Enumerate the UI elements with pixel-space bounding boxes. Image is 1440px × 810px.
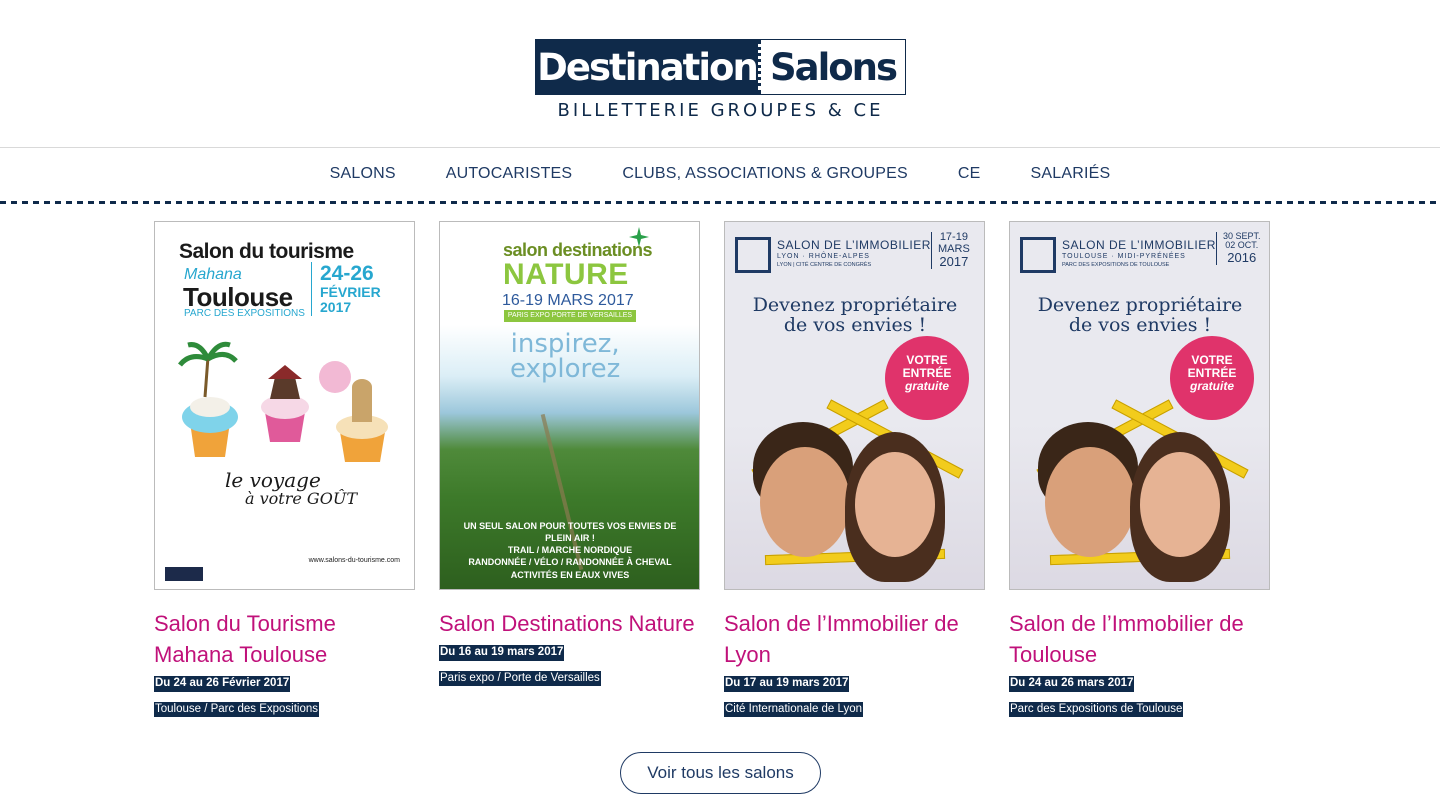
person-face bbox=[1140, 452, 1220, 557]
salon-date-badge: Du 24 au 26 Février 2017 bbox=[154, 676, 291, 692]
see-all-salons-button[interactable]: Voir tous les salons bbox=[620, 752, 821, 794]
poster-image[interactable]: SALON DE L’IMMOBILIER TOULOUSE · MIDI-PY… bbox=[1009, 221, 1270, 590]
logo-text-left: Destination bbox=[536, 40, 759, 94]
poster-slogan: inspirez, explorez bbox=[510, 329, 621, 384]
main-nav: SALONS AUTOCARISTES CLUBS, ASSOCIATIONS … bbox=[0, 148, 1440, 200]
nav-item-salons[interactable]: SALONS bbox=[330, 165, 396, 183]
poster-text: ACTIVITÉS EN EAUX VIVES bbox=[510, 569, 630, 580]
poster-slogan: Devenez propriétaire de vos envies ! bbox=[737, 294, 973, 336]
poster-text: PARIS EXPO PORTE DE VERSAILLES bbox=[504, 310, 636, 322]
salon-date-badge: Du 24 au 26 mars 2017 bbox=[1009, 676, 1135, 692]
salon-title[interactable]: Salon du Tourisme Mahana Toulouse bbox=[154, 608, 415, 670]
salon-date-badge: Du 16 au 19 mars 2017 bbox=[439, 645, 565, 661]
salon-title[interactable]: Salon Destinations Nature bbox=[439, 608, 700, 639]
free-entry-badge: VOTRE ENTRÉE gratuite bbox=[1170, 336, 1254, 420]
salon-title[interactable]: Salon de l’Immobilier de Lyon bbox=[724, 608, 985, 670]
poster-image[interactable]: salon destinations NATURE 16-19 MARS 201… bbox=[439, 221, 700, 590]
person-face bbox=[760, 447, 850, 557]
poster-url: www.salons-du-tourisme.com bbox=[308, 557, 400, 564]
poster-text: Salon du tourisme bbox=[179, 240, 354, 263]
poster-text: 24-26 bbox=[320, 262, 374, 285]
poster-text: 2017 bbox=[320, 299, 352, 316]
poster-text: LYON · RHÔNE-ALPES bbox=[777, 253, 870, 260]
salon-title[interactable]: Salon de l’Immobilier de Toulouse bbox=[1009, 608, 1270, 670]
salon-card: salon destinations NATURE 16-19 MARS 201… bbox=[439, 221, 700, 717]
person-face bbox=[1045, 447, 1135, 557]
poster-text: explorez bbox=[510, 353, 621, 384]
house-icon bbox=[735, 237, 771, 273]
poster-text: Devenez propriétaire bbox=[1037, 294, 1243, 316]
poster-dates: 17-19 MARS 2017 bbox=[931, 231, 970, 270]
nav-item-autocaristes[interactable]: AUTOCARISTES bbox=[446, 165, 573, 183]
poster-text: 17-19 bbox=[939, 231, 968, 243]
poster-text: de vos envies ! bbox=[783, 313, 927, 336]
salon-card-list: Salon du tourisme Mahana Toulouse PARC D… bbox=[154, 221, 1270, 717]
person-face bbox=[855, 452, 935, 557]
salon-place-badge: Toulouse / Parc des Expositions bbox=[154, 701, 320, 717]
poster-text: NATURE bbox=[503, 258, 629, 291]
poster-slogan: le voyage à votre GOÛT bbox=[225, 470, 357, 508]
poster-dates: 24-26 FÉVRIER 2017 bbox=[311, 262, 381, 316]
poster-text: gratuite bbox=[1189, 379, 1234, 394]
dotted-divider bbox=[0, 201, 1440, 205]
poster-text: le voyage bbox=[225, 468, 321, 492]
salon-place-badge: Cité Internationale de Lyon bbox=[724, 701, 864, 717]
salon-card: SALON DE L’IMMOBILIER LYON · RHÔNE-ALPES… bbox=[724, 221, 985, 717]
salon-card: Salon du tourisme Mahana Toulouse PARC D… bbox=[154, 221, 415, 717]
nav-item-salaries[interactable]: SALARIÉS bbox=[1031, 165, 1111, 183]
poster-text: à votre GOÛT bbox=[245, 489, 357, 508]
poster-text: de vos envies ! bbox=[1068, 313, 1212, 336]
logo-text-right: Salons bbox=[758, 40, 905, 94]
poster-text: TRAIL / MARCHE NORDIQUE bbox=[507, 545, 633, 556]
poster-image[interactable]: SALON DE L’IMMOBILIER LYON · RHÔNE-ALPES… bbox=[724, 221, 985, 590]
poster-text: inspirez, bbox=[510, 329, 620, 359]
nav-item-ce[interactable]: CE bbox=[958, 165, 981, 183]
poster-image[interactable]: Salon du tourisme Mahana Toulouse PARC D… bbox=[154, 221, 415, 590]
sponsor-logo bbox=[165, 567, 203, 581]
poster-text: UN SEUL SALON POUR TOUTES VOS ENVIES DE … bbox=[463, 521, 677, 544]
poster-text: PARC DES EXPOSITIONS bbox=[184, 308, 305, 319]
logo-tagline: BILLETTERIE GROUPES & CE bbox=[557, 100, 884, 121]
poster-text: PARC DES EXPOSITIONS DE TOULOUSE bbox=[1062, 262, 1170, 268]
poster-text: FÉVRIER bbox=[320, 284, 381, 301]
poster-bottom-text: UN SEUL SALON POUR TOUTES VOS ENVIES DE … bbox=[454, 520, 686, 581]
poster-text: TOULOUSE · MIDI-PYRÉNÉES bbox=[1062, 253, 1186, 260]
poster-text: gratuite bbox=[904, 379, 949, 394]
poster-slogan: Devenez propriétaire de vos envies ! bbox=[1022, 294, 1258, 336]
poster-text: Devenez propriétaire bbox=[752, 294, 958, 316]
salon-date-badge: Du 17 au 19 mars 2017 bbox=[724, 676, 850, 692]
house-icon bbox=[1020, 237, 1056, 273]
salon-place-badge: Paris expo / Porte de Versailles bbox=[439, 670, 601, 686]
logo-box: Destination Salons bbox=[535, 39, 906, 95]
salon-card: SALON DE L’IMMOBILIER TOULOUSE · MIDI-PY… bbox=[1009, 221, 1270, 717]
site-header: Destination Salons BILLETTERIE GROUPES &… bbox=[0, 0, 1440, 148]
poster-dates: 30 SEPT. 02 OCT. 2016 bbox=[1216, 231, 1261, 265]
cupcakes-illustration bbox=[178, 341, 388, 462]
poster-text: RANDONNÉE / VÉLO / RANDONNÉE À CHEVAL bbox=[468, 557, 672, 568]
poster-text: LYON | CITÉ CENTRE DE CONGRÈS bbox=[777, 262, 872, 268]
free-entry-badge: VOTRE ENTRÉE gratuite bbox=[885, 336, 969, 420]
site-logo[interactable]: Destination Salons BILLETTERIE GROUPES &… bbox=[535, 39, 906, 121]
poster-text: 2017 bbox=[939, 254, 969, 270]
poster-text: SALON DE L’IMMOBILIER bbox=[1062, 238, 1216, 252]
nav-item-clubs[interactable]: CLUBS, ASSOCIATIONS & GROUPES bbox=[622, 165, 908, 183]
poster-text: SALON DE L’IMMOBILIER bbox=[777, 238, 931, 252]
salon-place-badge: Parc des Expositions de Toulouse bbox=[1009, 701, 1184, 717]
poster-text: 16-19 MARS 2017 bbox=[502, 292, 634, 309]
poster-text: 2016 bbox=[1227, 249, 1257, 265]
